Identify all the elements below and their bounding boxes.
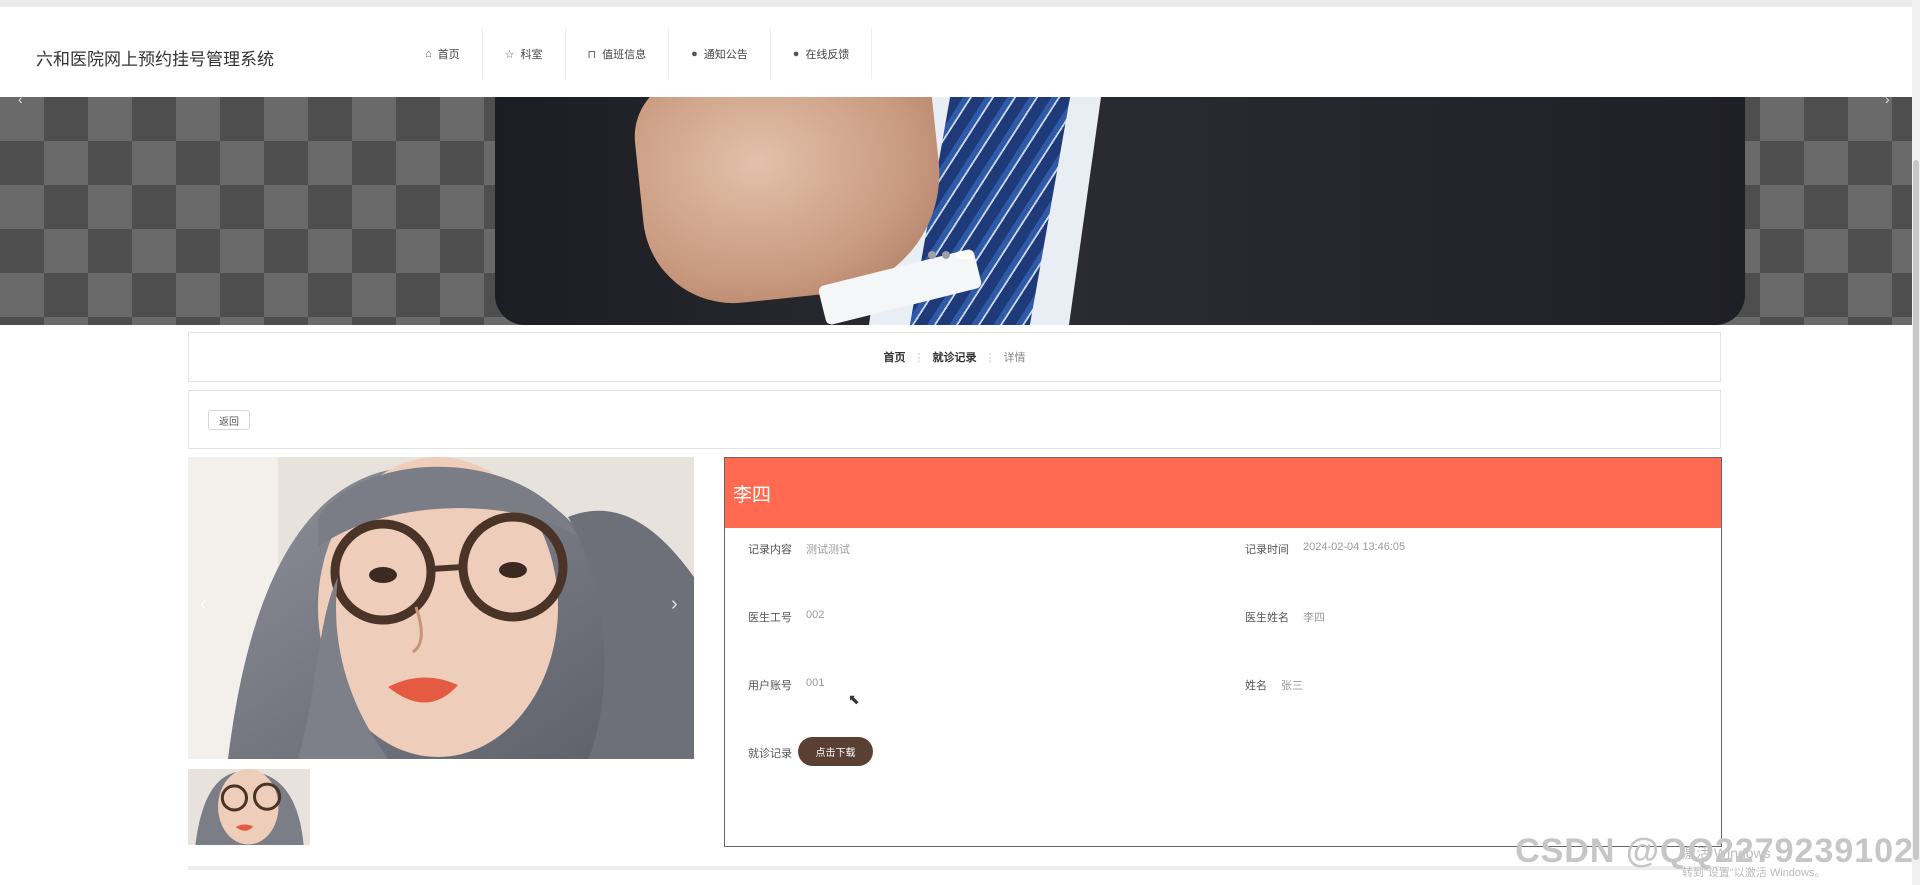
field-value: 测试测试 (806, 544, 850, 556)
portrait-image (188, 457, 694, 759)
field-value: 2024-02-04 13:46:05 (1303, 541, 1406, 553)
top-strip (0, 0, 1920, 7)
breadcrumb-home[interactable]: 首页 (884, 349, 906, 365)
field-doctor-id: 医生工号 002 (748, 609, 824, 625)
back-button[interactable]: 返回 (208, 410, 250, 430)
field-user-account: 用户账号 001 (748, 677, 824, 693)
banner-carousel[interactable]: ‹ › (0, 97, 1912, 325)
home-icon: ⌂ (425, 48, 432, 60)
breadcrumb-current: 详情 (1003, 352, 1026, 364)
thumbnail-image (188, 769, 310, 845)
banner-prev-icon[interactable]: ‹ (18, 97, 23, 107)
field-value: 李四 (1303, 612, 1325, 624)
nav-item-label: 通知公告 (703, 49, 748, 61)
info-icon: ● (691, 48, 698, 60)
nav-item-duty[interactable]: ⊓ 值班信息 (566, 29, 670, 79)
mouse-cursor-icon: ⬉ (848, 691, 860, 707)
site-title[interactable]: 六和医院网上预约挂号管理系统 (36, 45, 274, 70)
field-value: 002 (806, 609, 825, 621)
field-record-time: 记录时间 2024-02-04 13:46:05 (1245, 541, 1405, 557)
field-value: 张三 (1281, 680, 1303, 692)
breadcrumb-section[interactable]: 就诊记录 (933, 349, 977, 365)
field-label: 用户账号 (748, 680, 792, 692)
nav-item-label: 科室 (520, 49, 543, 61)
field-label: 医生工号 (748, 612, 792, 624)
field-user-name: 姓名 张三 (1245, 677, 1303, 693)
gallery-thumbnail[interactable] (188, 769, 310, 845)
nav-item-label: 值班信息 (602, 49, 647, 61)
record-detail-card: 李四 记录内容 测试测试 记录时间 2024-02-04 13:46:05 医生… (724, 457, 1722, 847)
footer-divider (188, 866, 1721, 870)
field-value: 001 (806, 677, 825, 689)
nav-item-notice[interactable]: ● 通知公告 (669, 29, 771, 79)
breadcrumb-separator: ⋮ (913, 351, 925, 364)
field-label: 医生姓名 (1245, 612, 1289, 624)
action-bar: 返回 (188, 390, 1721, 449)
field-record-content: 记录内容 测试测试 (748, 541, 850, 557)
banner-next-icon[interactable]: › (1885, 97, 1890, 107)
gallery-prev-icon[interactable]: ‹ (200, 593, 207, 616)
csdn-watermark: CSDN @QQ2279239102 (1515, 832, 1914, 870)
breadcrumb-separator: ⋮ (984, 351, 996, 364)
carousel-dots (928, 251, 974, 259)
nav-item-label: 首页 (437, 49, 460, 61)
carousel-dot[interactable] (942, 251, 950, 259)
field-visit-record: 就诊记录 (748, 745, 792, 761)
carousel-dot[interactable] (928, 251, 936, 259)
download-button[interactable]: 点击下载 (798, 737, 873, 766)
field-label: 记录内容 (748, 544, 792, 556)
nav-item-department[interactable]: ☆ 科室 (483, 29, 566, 79)
field-doctor-name: 医生姓名 李四 (1245, 609, 1325, 625)
main-nav: ⌂ 首页 ☆ 科室 ⊓ 值班信息 ● 通知公告 ● 在线反馈 (405, 29, 873, 79)
nav-item-home[interactable]: ⌂ 首页 (405, 29, 483, 79)
bag-icon: ⊓ (587, 48, 597, 61)
nav-item-feedback[interactable]: ● 在线反馈 (771, 29, 873, 79)
nav-item-label: 在线反馈 (805, 49, 850, 61)
gallery-next-icon[interactable]: › (671, 593, 678, 616)
site-header: 六和医院网上预约挂号管理系统 ⌂ 首页 ☆ 科室 ⊓ 值班信息 ● 通知公告 ●… (0, 7, 1920, 97)
field-label: 记录时间 (1245, 544, 1289, 556)
carousel-dot-active[interactable] (956, 251, 974, 259)
gallery-main-image[interactable]: ‹ › (188, 457, 694, 759)
breadcrumb: 首页 ⋮ 就诊记录 ⋮ 详情 (188, 332, 1721, 382)
detail-header: 李四 (725, 458, 1721, 528)
star-icon: ☆ (504, 48, 515, 61)
question-icon: ● (792, 48, 800, 60)
field-label: 姓名 (1245, 680, 1267, 692)
scrollbar-thumb[interactable] (1913, 160, 1919, 860)
detail-title: 李四 (733, 484, 772, 506)
field-label: 就诊记录 (748, 748, 792, 760)
